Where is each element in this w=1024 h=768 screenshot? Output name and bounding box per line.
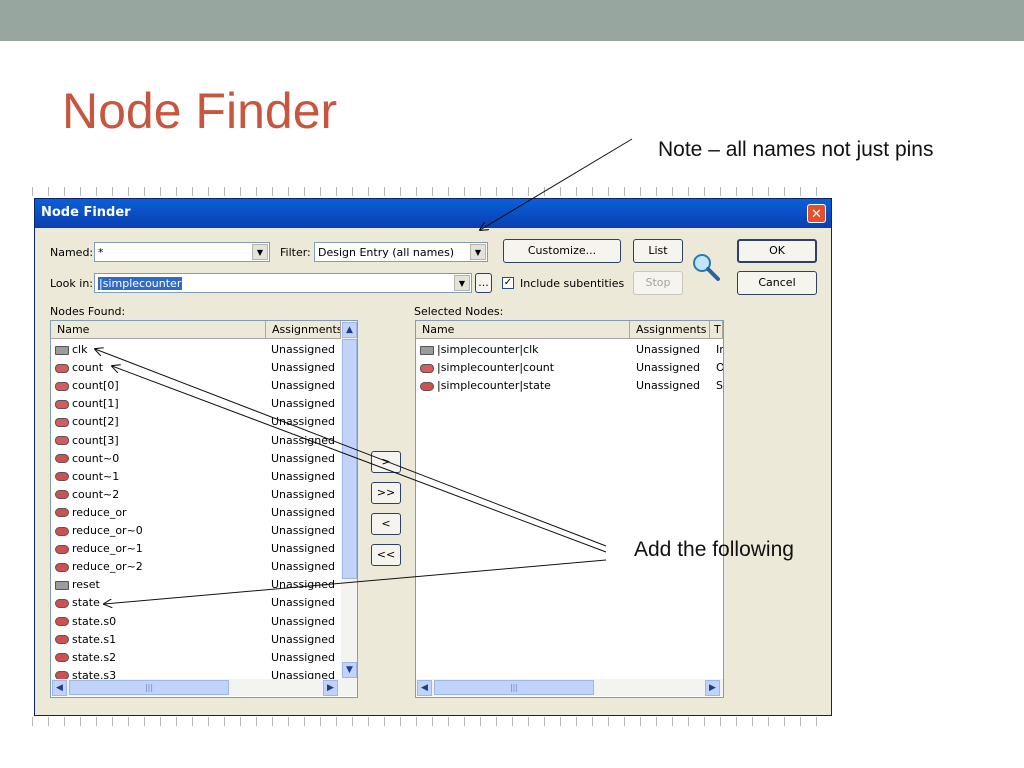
arrow-to-clk [95,349,607,547]
annotation-arrows [0,138,633,768]
arrow-to-state [104,559,607,604]
arrow-to-count [112,366,607,553]
arrow-note-to-filter [480,138,633,230]
